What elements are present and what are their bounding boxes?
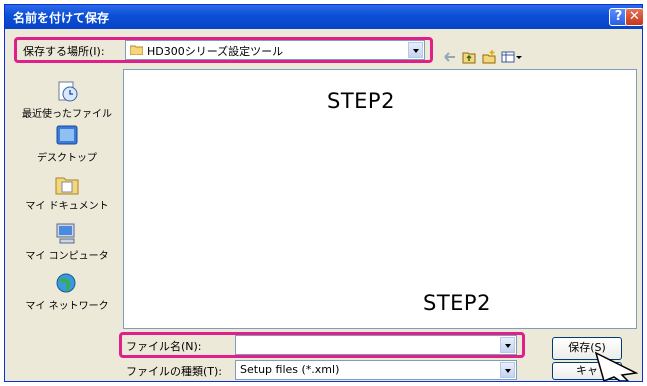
place-label: 最近使ったファイル <box>22 109 112 120</box>
filetype-select[interactable]: Setup files (*.xml) <box>235 360 517 380</box>
place-label: マイ ネットワーク <box>25 301 109 312</box>
step-annotation-top: STEP2 <box>327 89 395 113</box>
new-folder-icon[interactable] <box>482 49 496 64</box>
computer-icon <box>56 223 75 244</box>
filename-dropdown-arrow[interactable] <box>500 337 515 353</box>
place-computer[interactable]: マイ コンピュータ <box>17 223 117 262</box>
place-label: マイ ドキュメント <box>25 201 109 212</box>
location-select[interactable]: HD300シリーズ設定ツール <box>125 40 425 60</box>
places-bar: 最近使ったファイル デスクトップ マイ ドキュメント マイ コンピュータ マイ … <box>17 81 117 339</box>
desktop-icon <box>56 125 78 145</box>
place-network[interactable]: マイ ネットワーク <box>17 273 117 312</box>
place-recent[interactable]: 最近使ったファイル <box>17 81 117 120</box>
location-label: 保存する場所(I): <box>23 45 105 58</box>
place-documents[interactable]: マイ ドキュメント <box>17 173 117 212</box>
filename-input[interactable] <box>235 335 517 355</box>
pointer-cursor-icon <box>594 351 638 381</box>
filetype-label: ファイルの種類(T): <box>126 365 223 378</box>
recent-icon <box>58 81 78 102</box>
back-icon[interactable] <box>443 49 457 63</box>
step-annotation-bottom: STEP2 <box>423 291 491 315</box>
filetype-value: Setup files (*.xml) <box>240 363 340 376</box>
filetype-dropdown-arrow[interactable] <box>500 362 515 378</box>
close-button[interactable]: ✕ <box>625 8 644 26</box>
up-folder-icon[interactable] <box>462 49 476 64</box>
place-label: マイ コンピュータ <box>25 251 109 262</box>
filename-label: ファイル名(N): <box>126 340 202 353</box>
documents-icon <box>55 177 79 195</box>
folder-icon <box>129 45 144 56</box>
view-menu-icon[interactable] <box>501 49 523 63</box>
location-value: HD300シリーズ設定ツール <box>147 45 284 58</box>
network-icon <box>56 273 76 293</box>
place-label: デスクトップ <box>37 153 97 164</box>
title-bar[interactable]: 名前を付けて保存 ? ✕ <box>5 5 644 29</box>
save-as-dialog: 名前を付けて保存 ? ✕ 保存する場所(I): HD300シリーズ設定ツール 最… <box>4 4 644 382</box>
window-title: 名前を付けて保存 <box>13 11 110 25</box>
place-desktop[interactable]: デスクトップ <box>17 125 117 164</box>
location-dropdown-arrow[interactable] <box>408 42 423 58</box>
